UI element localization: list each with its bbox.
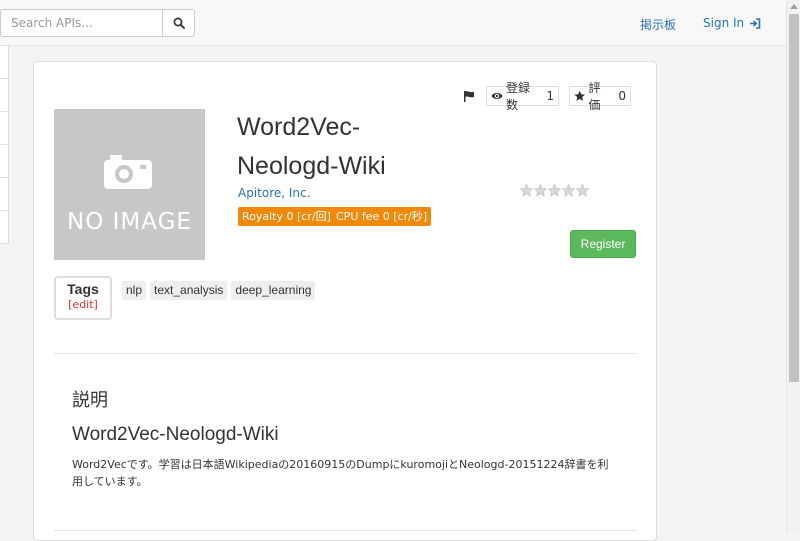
tags-title: Tags	[67, 281, 99, 297]
rating-star-icon[interactable]	[520, 184, 533, 197]
tags-box: Tags [edit]	[54, 276, 112, 320]
rating-button[interactable]: 評価 0	[569, 81, 631, 112]
scrollbar[interactable]	[786, 0, 800, 533]
camera-icon	[104, 155, 152, 189]
api-detail-panel: 登録数 1 評価 0 NO IMAGE Word2Vec-Neologd-Wik…	[33, 61, 657, 541]
api-image-placeholder: NO IMAGE	[54, 109, 205, 260]
signin-label: Sign In	[703, 16, 745, 30]
rating-star-icon[interactable]	[562, 184, 575, 197]
divider	[54, 530, 636, 531]
board-link[interactable]: 掲示板	[640, 16, 676, 33]
api-toolbar: 登録数 1 評価 0	[34, 81, 656, 112]
sidebar-item[interactable]	[0, 79, 9, 112]
registrations-button[interactable]: 登録数 1	[486, 81, 559, 112]
sidebar-item[interactable]	[0, 211, 9, 244]
search-icon	[173, 17, 185, 29]
sidebar-item[interactable]	[0, 112, 9, 145]
registrations-count: 1	[546, 89, 554, 103]
no-image-text: NO IMAGE	[67, 209, 192, 235]
divider	[54, 353, 636, 354]
tag-item[interactable]: deep_learning	[231, 281, 316, 300]
rating-label: 評価	[588, 81, 601, 112]
sidebar	[0, 46, 9, 533]
provider-link[interactable]: Apitore, Inc.	[238, 186, 310, 200]
description-title: Word2Vec-Neologd-Wiki	[72, 424, 279, 445]
sidebar-item[interactable]	[0, 178, 9, 211]
top-navbar: 掲示板 Sign In	[0, 0, 786, 46]
rating-stars[interactable]	[520, 184, 589, 197]
sidebar-item[interactable]	[0, 145, 9, 178]
tag-list: nlp text_analysis deep_learning	[122, 281, 316, 300]
flag-icon	[464, 91, 474, 102]
sidebar-item[interactable]	[0, 46, 9, 79]
royalty-badge: Royalty 0 [cr/回]	[238, 207, 335, 226]
report-button[interactable]	[460, 86, 478, 106]
search-button[interactable]	[163, 9, 195, 37]
eye-icon	[491, 92, 503, 100]
search-input[interactable]	[0, 9, 163, 37]
description-heading: 説明	[72, 390, 108, 411]
description-body: Word2Vecです。学習は日本語Wikipediaの20160915のDump…	[72, 458, 609, 488]
signin-link[interactable]: Sign In	[703, 16, 761, 30]
api-title: Word2Vec-Neologd-Wiki	[237, 113, 386, 180]
sign-in-icon	[750, 17, 761, 29]
rating-count: 0	[618, 89, 626, 103]
tags-edit-link[interactable]: [edit]	[56, 298, 110, 311]
star-icon	[574, 90, 586, 101]
tag-item[interactable]: nlp	[122, 281, 147, 300]
tag-item[interactable]: text_analysis	[150, 281, 228, 300]
scroll-thumb[interactable]	[789, 14, 799, 382]
scroll-up-arrow-icon[interactable]	[790, 4, 798, 9]
rating-star-icon[interactable]	[576, 184, 589, 197]
rating-star-icon[interactable]	[548, 184, 561, 197]
search-group	[0, 9, 195, 37]
rating-star-icon[interactable]	[534, 184, 547, 197]
registrations-label: 登録数	[506, 81, 531, 112]
register-button[interactable]: Register	[570, 230, 636, 258]
cpu-fee-badge: CPU fee 0 [cr/秒]	[332, 207, 432, 226]
